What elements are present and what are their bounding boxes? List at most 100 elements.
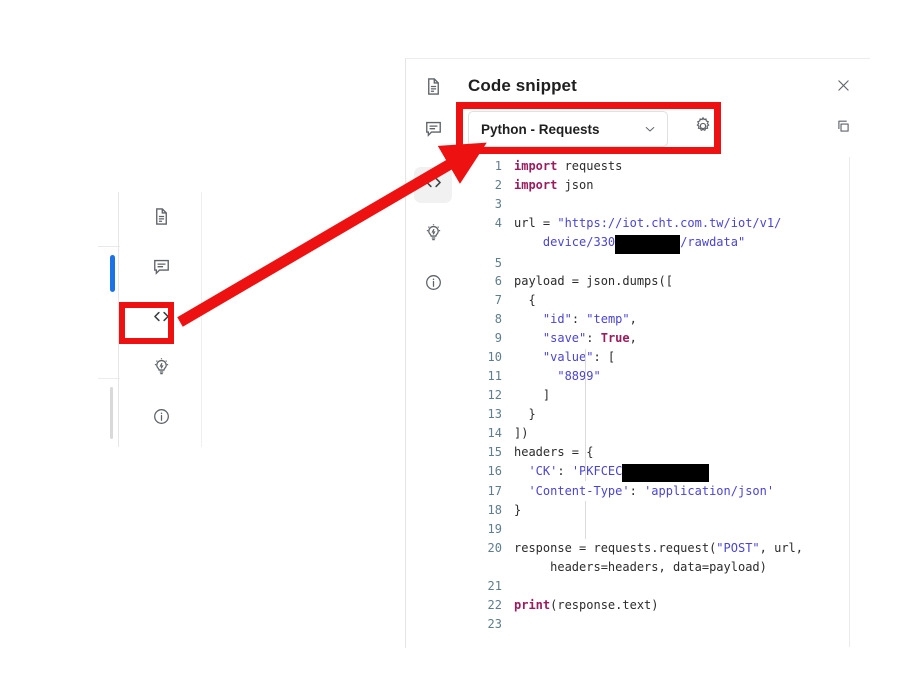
line-number: 3: [494, 196, 502, 211]
code-token: "POST": [716, 541, 760, 556]
code-line: 3: [468, 195, 803, 214]
code-token: /rawdata": [680, 234, 746, 249]
line-number: 19: [487, 522, 502, 537]
info-icon: [424, 273, 443, 297]
code-line: 19: [468, 520, 803, 539]
code-line-text: [514, 577, 803, 596]
code-token: import: [514, 177, 558, 192]
line-number: 1: [494, 159, 502, 173]
code-line-text: [514, 254, 803, 273]
code-token: ]: [514, 387, 551, 402]
code-token: : [: [593, 350, 616, 365]
comment-icon: [424, 119, 443, 143]
code-token: ,: [629, 331, 637, 346]
code-line-text: device/330XXXXXXXXX/rawdata": [514, 233, 803, 254]
code-token: True: [600, 331, 630, 346]
code-token: ,: [629, 312, 637, 327]
panel-rail-item-lightbulb[interactable]: [414, 217, 452, 253]
code-line: 15 headers = {: [468, 443, 803, 462]
left-rail-item-info[interactable]: [137, 398, 185, 440]
code-line-text: payload = json.dumps([: [514, 272, 803, 291]
line-number: 23: [487, 616, 502, 631]
code-line-text: "value": [: [514, 348, 803, 367]
code-line-text: [514, 615, 803, 634]
line-number: 13: [487, 406, 502, 421]
close-button[interactable]: [831, 76, 855, 100]
code-line-text: url = "https://iot.cht.com.tw/iot/v1/: [514, 214, 803, 233]
code-token: }: [514, 406, 536, 421]
code-line: 8 "id": "temp",: [468, 310, 803, 329]
code-line-text: ]): [514, 424, 803, 443]
code-token: 'application/json': [644, 484, 775, 499]
copy-icon: [835, 118, 852, 140]
code-token: requests: [557, 159, 623, 173]
line-number: 10: [487, 350, 502, 365]
copy-button[interactable]: [831, 117, 855, 141]
code-line: 12 ]: [468, 386, 803, 405]
code-line: 7 {: [468, 291, 803, 310]
code-token: "8899": [557, 368, 601, 383]
code-line-text: "id": "temp",: [514, 310, 803, 329]
code-token: "temp": [586, 312, 630, 327]
document-icon: [424, 77, 443, 101]
line-number: 17: [487, 484, 502, 499]
code-line: 14]): [468, 424, 803, 443]
code-line-text: import requests: [514, 157, 803, 176]
panel-rail-item-document[interactable]: [414, 71, 452, 107]
panel-rail-item-info[interactable]: [414, 267, 452, 303]
code-token: :: [557, 463, 572, 478]
code-line-text: "save": True,: [514, 329, 803, 348]
code-line: 1 import requests: [468, 157, 803, 176]
code-line-text: [514, 195, 803, 214]
code-token: device/330: [542, 234, 616, 249]
code-token: 'Content-Type': [528, 484, 630, 499]
line-number: 15: [487, 444, 502, 459]
panel-rail-item-code[interactable]: [414, 167, 452, 203]
code-token: response = requests.request(: [514, 541, 717, 556]
code-line-text: {: [514, 291, 803, 310]
info-icon: [152, 407, 171, 431]
code-token: json: [557, 177, 594, 192]
left-rail-item-lightbulb[interactable]: [137, 348, 185, 390]
code-line: headers=headers, data=payload): [468, 558, 803, 577]
left-rail-divider-bottom: [98, 378, 120, 379]
code-token: , url,: [759, 541, 804, 556]
code-line-text: 'Content-Type': 'application/json': [514, 482, 803, 501]
code-line-text: }: [514, 501, 803, 520]
code-line: device/330XXXXXXXXX/rawdata": [468, 233, 803, 254]
code-line: 18}: [468, 501, 803, 520]
line-number: [468, 558, 514, 577]
panel-rail-item-comment[interactable]: [414, 113, 452, 149]
line-number: 14: [487, 425, 502, 440]
line-number: 20: [487, 541, 502, 556]
code-line: 4 url = "https://iot.cht.com.tw/iot/v1/: [468, 214, 803, 233]
left-rail-item-comment[interactable]: [137, 248, 185, 290]
left-rail-active-indicator: [110, 255, 115, 292]
document-icon: [152, 207, 171, 231]
code-line-text: headers=headers, data=payload): [514, 558, 803, 577]
line-number: 5: [494, 255, 502, 270]
code-line-text: print(response.text): [514, 596, 803, 615]
panel-icon-rail: [406, 59, 458, 648]
line-number: 8: [494, 312, 502, 327]
left-rail-item-document[interactable]: [137, 198, 185, 240]
code-line-text: import json: [514, 176, 803, 195]
code-viewer[interactable]: 1 import requests 2 import json 3 4 url = "ht…: [468, 157, 850, 647]
code-line: 6 payload = json.dumps([: [468, 272, 803, 291]
code-token: url =: [514, 215, 558, 230]
page-title: Code snippet: [468, 76, 577, 95]
code-line: 17 'Content-Type': 'application/json': [468, 482, 803, 501]
code-line-text: response = requests.request("POST", url,: [514, 539, 803, 558]
left-rail-scrollbar[interactable]: [110, 387, 113, 439]
code-token: payload = json.dumps([: [514, 274, 673, 289]
code-line: 23: [468, 615, 803, 634]
line-number: 2: [494, 177, 502, 192]
code-token: "id": [542, 312, 572, 327]
code-token: "https://iot.cht.com.tw/iot/v1/: [557, 215, 782, 230]
code-line: 10 "value": [: [468, 348, 803, 367]
